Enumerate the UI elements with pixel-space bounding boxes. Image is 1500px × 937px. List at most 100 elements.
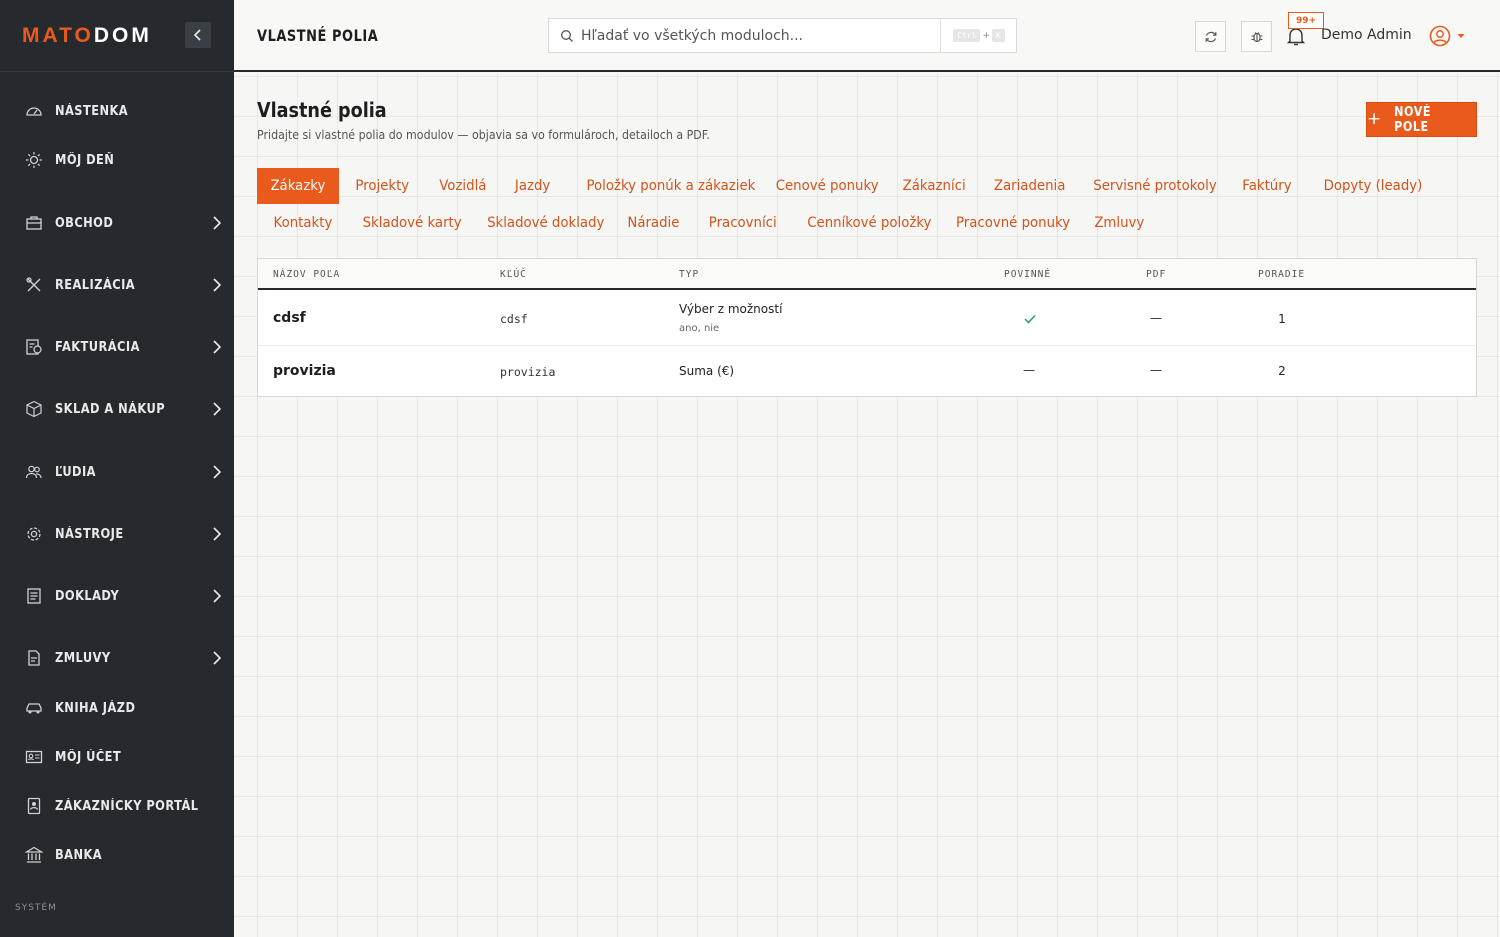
gear-icon [27, 527, 41, 541]
tab-kontakty[interactable]: Kontakty [257, 205, 349, 241]
tab-label: Servisné protokoly [1093, 178, 1217, 194]
sidebar-item-label: NÁSTROJE [55, 526, 124, 542]
user-avatar-icon[interactable] [1429, 25, 1451, 47]
sidebar-item-label: KNIHA JÁZD [55, 700, 136, 716]
tab-vozidla[interactable]: Vozidlá [423, 168, 503, 204]
chevron-right-icon [213, 216, 222, 230]
sidebar-item-fakturacia[interactable]: FAKTURÁCIA [0, 327, 234, 367]
kbd-k: K [991, 29, 1005, 42]
field-order: 2 [1278, 364, 1286, 378]
tab-pracovnici[interactable]: Pracovníci [692, 205, 793, 241]
sidebar-item-nastenka[interactable]: NÁSTENKA [0, 91, 234, 131]
tab-label: Cenové ponuky [775, 178, 879, 194]
tab-servisne-protokoly[interactable]: Servisné protokoly [1075, 168, 1235, 204]
chevron-down-icon[interactable] [1456, 32, 1466, 40]
custom-fields-table: NÁZOV POĽA KĽÚČ TYP POVINNÉ PDF PORADIE … [257, 258, 1477, 397]
column-header-pdf[interactable]: PDF [1146, 269, 1166, 280]
brand-logo[interactable]: MATODOM [22, 24, 152, 48]
bug-report-button[interactable] [1241, 21, 1272, 52]
tab-label: Jazdy [514, 178, 551, 194]
column-header-key[interactable]: KĽÚČ [500, 269, 527, 280]
sidebar-item-nastroje[interactable]: NÁSTROJE [0, 514, 234, 554]
sidebar-item-label: OBCHOD [55, 215, 114, 231]
field-order: 1 [1278, 312, 1286, 326]
tab-label: Položky ponúk a zákaziek [586, 178, 756, 194]
table-row[interactable]: cdsf cdsf Výber z možností ano, nie — 1 [258, 292, 1476, 346]
sidebar-item-realizacia[interactable]: REALIZÁCIA [0, 265, 234, 305]
car-icon [26, 703, 42, 714]
sidebar-collapse-button[interactable] [185, 22, 211, 48]
box-icon [26, 400, 42, 418]
people-icon [25, 465, 42, 479]
column-header-name[interactable]: NÁZOV POĽA [273, 269, 340, 280]
sidebar-item-label: ĽUDIA [55, 464, 96, 480]
logo-part-mato: MATO [22, 23, 94, 47]
page-title: Vlastné polia [257, 98, 387, 122]
field-type: Suma (€) [679, 364, 735, 378]
search-input[interactable] [581, 19, 936, 52]
tab-naradie[interactable]: Náradie [611, 205, 696, 241]
refresh-button[interactable] [1195, 21, 1226, 52]
sidebar-item-moj-den[interactable]: MÔJ DEŇ [0, 140, 234, 180]
bank-icon [25, 846, 43, 863]
check-icon [1024, 314, 1036, 324]
sidebar-item-label: FAKTURÁCIA [55, 339, 140, 355]
tab-cennikove-polozky[interactable]: Cenníkové položky [789, 205, 950, 241]
search-icon [561, 30, 573, 42]
tab-label: Faktúry [1242, 178, 1292, 194]
document-icon [27, 588, 41, 604]
tab-label: Projekty [355, 178, 410, 194]
tab-dopyty[interactable]: Dopyty (leady) [1306, 168, 1440, 204]
tab-label: Cenníkové položky [807, 215, 932, 231]
tools-icon [26, 277, 41, 292]
sidebar-item-banka[interactable]: BANKA [0, 835, 234, 875]
tab-zmluvy[interactable]: Zmluvy [1078, 205, 1161, 241]
field-name: provizia [273, 363, 336, 379]
chevron-right-icon [213, 278, 222, 292]
chevron-right-icon [213, 340, 222, 354]
notifications-badge: 99+ [1288, 12, 1324, 29]
tab-polozky-ponuk[interactable]: Položky ponúk a zákaziek [567, 168, 775, 204]
sidebar-item-kniha-jazd[interactable]: KNIHA JÁZD [0, 688, 234, 728]
tab-jazdy[interactable]: Jazdy [499, 168, 566, 204]
sidebar-item-moj-ucet[interactable]: MÔJ ÚČET [0, 737, 234, 777]
sidebar-item-label: MÔJ ÚČET [55, 749, 122, 765]
sidebar-item-zmluvy[interactable]: ZMLUVY [0, 638, 234, 678]
sidebar-item-label: SKLAD A NÁKUP [55, 401, 166, 417]
tab-skladove-karty[interactable]: Skladové karty [345, 205, 479, 241]
user-name[interactable]: Demo Admin [1321, 27, 1412, 43]
tab-zakazky[interactable]: Zákazky [257, 168, 339, 204]
field-pdf: — [1150, 363, 1162, 377]
field-key: provizia [500, 365, 556, 379]
sidebar-item-sklad-a-nakup[interactable]: SKLAD A NÁKUP [0, 389, 234, 429]
tab-zakaznici[interactable]: Zákazníci [886, 168, 982, 204]
field-required: — [1023, 363, 1035, 377]
new-field-button[interactable]: + NOVÉ POLE [1366, 102, 1477, 137]
sidebar-item-label: NÁSTENKA [55, 103, 129, 119]
sidebar-item-ludia[interactable]: ĽUDIA [0, 452, 234, 492]
tab-label: Zmluvy [1094, 215, 1145, 231]
column-header-type[interactable]: TYP [679, 269, 699, 280]
tab-label: Skladové doklady [487, 215, 605, 231]
tab-label: Kontakty [273, 215, 333, 231]
table-row[interactable]: provizia provizia Suma (€) — — 2 [258, 347, 1476, 397]
tab-label: Skladové karty [362, 215, 462, 231]
tab-label: Náradie [627, 215, 680, 231]
tab-faktury[interactable]: Faktúry [1226, 168, 1308, 204]
global-search[interactable]: Ctrl + K [548, 18, 1017, 53]
field-name: cdsf [273, 310, 306, 326]
sidebar-item-obchod[interactable]: OBCHOD [0, 203, 234, 243]
column-header-order[interactable]: PORADIE [1258, 269, 1305, 280]
tab-pracovne-ponuky[interactable]: Pracovné ponuky [938, 205, 1088, 241]
tab-projekty[interactable]: Projekty [339, 168, 426, 204]
main-content: Vlastné polia Pridajte si vlastné polia … [234, 74, 1500, 937]
sidebar-item-zakaznicky-portal[interactable]: ZÁKAZNÍCKY PORTÁL [0, 786, 234, 826]
sidebar-item-label: BANKA [55, 847, 103, 863]
tab-zariadenia[interactable]: Zariadenia [977, 168, 1082, 204]
tab-skladove-doklady[interactable]: Skladové doklady [469, 205, 622, 241]
tab-cenove-ponuky[interactable]: Cenové ponuky [758, 168, 896, 204]
tab-label: Zariadenia [993, 178, 1066, 194]
column-header-required[interactable]: POVINNÉ [1004, 269, 1051, 280]
sidebar-item-doklady[interactable]: DOKLADY [0, 576, 234, 616]
bell-icon[interactable] [1286, 26, 1306, 46]
